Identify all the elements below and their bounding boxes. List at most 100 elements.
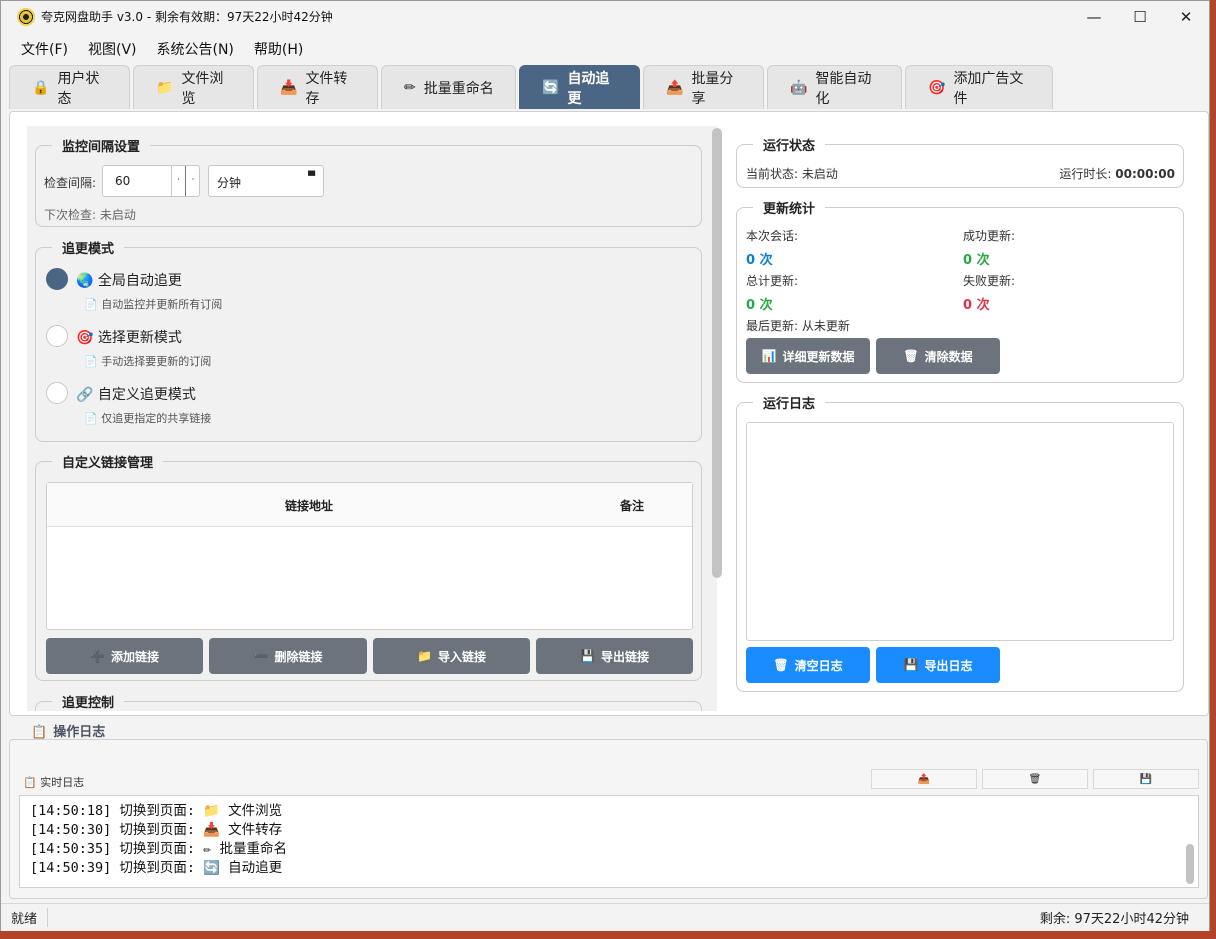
button-label: 导出日志 (924, 658, 973, 673)
detail-data-button[interactable]: 📊 详细更新数据 (746, 338, 870, 374)
tab-file-browse[interactable]: 📁 文件浏览 (133, 65, 254, 109)
option-desc: 自动监控并更新所有订阅 (101, 298, 223, 311)
add-link-button[interactable]: ➕ 添加链接 (46, 638, 203, 674)
export-link-button[interactable]: 💾 导出链接 (536, 638, 693, 674)
tab-bar: 🔒 用户状态 📁 文件浏览 📥 文件转存 ✏ 批量重命名 🔄 自动追更 📤 批量分享 🤖 智能… (1, 65, 1209, 109)
main-panel: 监控间隔设置 检查间隔: 60 · · 分钟 ▀ 下次检查: 未启动 追更模式 … (9, 111, 1209, 716)
log-page: 文件浏览 (228, 803, 283, 819)
log-clear-button[interactable]: 🗑 (982, 769, 1088, 789)
label-text: 实时日志 (40, 776, 85, 789)
tab-batch-share[interactable]: 📤 批量分享 (643, 65, 764, 109)
lock-icon: 🔒 (32, 79, 50, 96)
radio-global-auto[interactable] (46, 268, 68, 290)
app-logo-icon (17, 7, 35, 26)
tab-label: 用户状态 (57, 70, 100, 107)
target-icon: 🎯 (76, 330, 94, 346)
export-log-button[interactable]: 💾 导出日志 (876, 647, 1000, 683)
tab-file-transfer[interactable]: 📥 文件转存 (257, 65, 378, 109)
menu-help[interactable]: 帮助(H) (244, 39, 313, 59)
group-title: 追更模式 (52, 238, 125, 257)
interval-spinbox[interactable]: 60 · · (102, 165, 200, 197)
group-title: 更新统计 (753, 198, 826, 217)
menu-announcement[interactable]: 系统公告(N) (147, 39, 244, 59)
title-bar: 夸克网盘助手 v3.0 - 剩余有效期：97天22小时42分钟 — ☐ ✕ (1, 1, 1209, 32)
group-title: 运行日志 (753, 393, 826, 412)
tab-smart-automation[interactable]: 🤖 智能自动化 (767, 65, 902, 109)
log-entry: [14:50:39] 切换到页面: 🔄 自动追更 (30, 859, 1188, 878)
close-button[interactable]: ✕ (1163, 1, 1209, 32)
log-entry: [14:50:18] 切换到页面: 📁 文件浏览 (30, 802, 1188, 821)
tab-label: 批量重命名 (423, 80, 494, 97)
button-label: 清除数据 (924, 349, 973, 364)
log-time: [14:50:35] (30, 841, 112, 857)
floppy-icon: 💾 (1139, 773, 1153, 785)
log-save-button[interactable]: 💾 (1093, 769, 1199, 789)
log-upload-button[interactable]: 📤 (871, 769, 977, 789)
update-stats-group: 更新统计 本次会话: 0 次 成功更新: 0 次 总计更新: 0 次 失败更新:… (736, 198, 1184, 383)
clear-data-button[interactable]: 🗑 清除数据 (876, 338, 1000, 374)
fail-label: 失败更新: (963, 274, 1016, 288)
log-page: 自动追更 (228, 860, 283, 876)
log-text: 切换到页面: (119, 822, 196, 838)
option-custom-label: 🔗 自定义追更模式 (76, 384, 196, 404)
group-title: 监控间隔设置 (52, 136, 151, 155)
status-ready: 就绪 (1, 908, 49, 927)
minimize-button[interactable]: — (1071, 1, 1117, 32)
menu-file[interactable]: 文件(F) (11, 39, 78, 59)
group-title: 自定义链接管理 (52, 452, 164, 471)
button-label: 导入链接 (437, 649, 486, 664)
log-text: 切换到页面: (119, 841, 196, 857)
delete-link-button[interactable]: ➖ 删除链接 (209, 638, 367, 674)
button-label: 导出链接 (600, 649, 649, 664)
option-label: 全局自动追更 (97, 273, 182, 289)
outbox-icon: 📤 (666, 79, 684, 96)
floppy-icon: 💾 (903, 658, 919, 672)
tab-user-status[interactable]: 🔒 用户状态 (9, 65, 130, 109)
operation-log-box[interactable]: [14:50:18] 切换到页面: 📁 文件浏览 [14:50:30] 切换到页… (19, 795, 1199, 888)
chart-icon: 📊 (761, 349, 777, 363)
title-text: 操作日志 (53, 725, 106, 740)
column-url[interactable]: 链接地址 (285, 497, 333, 514)
status-remaining: 剩余: 97天22小时42分钟 (1039, 912, 1189, 927)
tab-auto-follow[interactable]: 🔄 自动追更 (519, 65, 640, 109)
duration-label: 运行时长: (1059, 167, 1112, 181)
tab-add-ad-file[interactable]: 🎯 添加广告文件 (905, 65, 1053, 109)
option-custom-desc: 📄 仅追更指定的共享链接 (84, 412, 212, 425)
inbox-icon: 📥 (203, 822, 221, 838)
button-label: 删除链接 (274, 649, 323, 664)
pencil-icon: ✏ (404, 79, 416, 96)
tab-label: 添加广告文件 (953, 70, 1024, 107)
column-note[interactable]: 备注 (620, 497, 644, 514)
spin-up-button[interactable]: · (185, 166, 200, 196)
links-table[interactable]: 链接地址 备注 (46, 482, 693, 630)
log-entry: [14:50:30] 切换到页面: 📥 文件转存 (30, 821, 1188, 840)
group-title: 追更控制 (52, 692, 125, 711)
success-label: 成功更新: (963, 229, 1016, 243)
run-log-textarea[interactable] (746, 422, 1174, 641)
clear-log-button[interactable]: 🗑 清空日志 (746, 647, 870, 683)
radio-select-mode[interactable] (46, 325, 68, 347)
tab-label: 文件转存 (305, 70, 348, 107)
globe-icon: 🌏 (76, 273, 94, 289)
log-scrollbar[interactable] (1186, 844, 1194, 884)
unit-select[interactable]: 分钟 ▀ (208, 165, 324, 197)
last-update-text: 最后更新: 从未更新 (746, 319, 850, 333)
maximize-button[interactable]: ☐ (1117, 1, 1163, 32)
interval-label: 检查间隔: (44, 176, 97, 190)
trash-icon: 🗑 (903, 349, 919, 363)
radio-custom-mode[interactable] (46, 382, 68, 404)
realtime-log-label: 📋 实时日志 (23, 776, 85, 789)
option-global-label: 🌏 全局自动追更 (76, 270, 182, 290)
option-select-label: 🎯 选择更新模式 (76, 327, 182, 347)
import-link-button[interactable]: 📁 导入链接 (373, 638, 530, 674)
menu-view[interactable]: 视图(V) (78, 39, 147, 59)
folder-icon: 📁 (417, 649, 432, 663)
pencil-icon: ✏ (203, 841, 212, 857)
spin-down-button[interactable]: · (171, 166, 185, 196)
left-scrollbar[interactable] (712, 128, 722, 578)
refresh-icon: 🔄 (203, 860, 221, 876)
outbox-icon: 📤 (917, 773, 931, 785)
total-label: 总计更新: (746, 274, 799, 288)
tab-batch-rename[interactable]: ✏ 批量重命名 (381, 65, 516, 109)
log-page: 文件转存 (228, 822, 283, 838)
